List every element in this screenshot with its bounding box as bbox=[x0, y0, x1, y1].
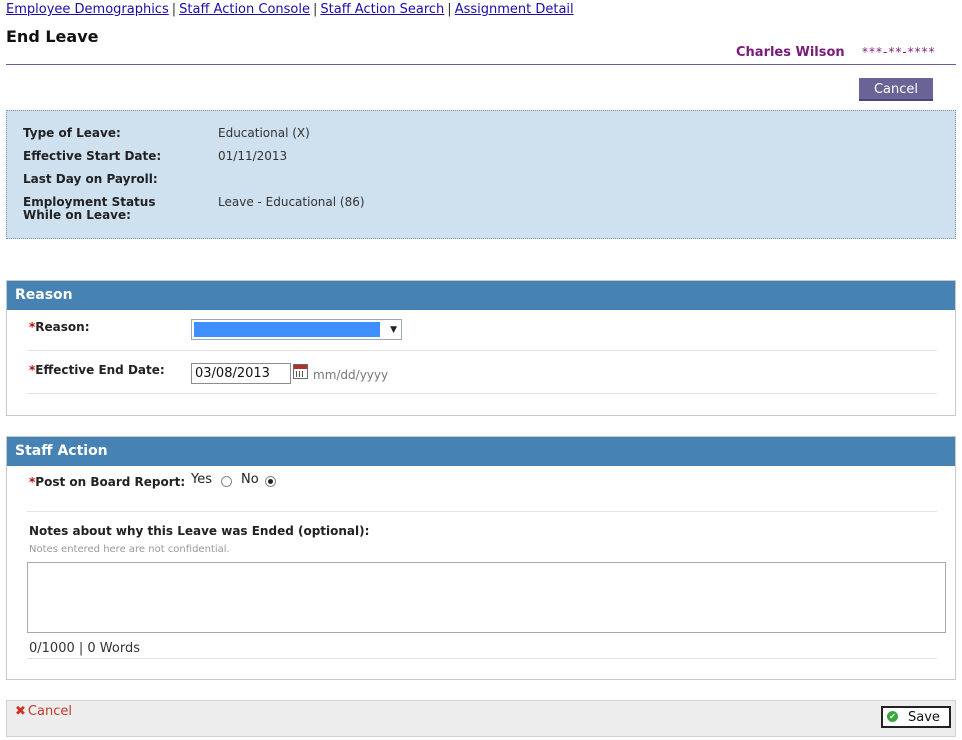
summary-label: Type of Leave: bbox=[23, 126, 121, 140]
summary-row-type-of-leave: Type of Leave: Educational (X) bbox=[23, 127, 310, 141]
breadcrumb-separator: | bbox=[312, 2, 318, 17]
breadcrumb-link-staff-action-console[interactable]: Staff Action Console bbox=[179, 2, 310, 17]
summary-label: Employment Status While on Leave: bbox=[23, 195, 156, 222]
effective-end-date-label-text: Effective End Date: bbox=[35, 363, 165, 377]
employee-ssn: ***-**-**** bbox=[862, 45, 936, 59]
summary-value: Leave - Educational (86) bbox=[218, 195, 365, 209]
post-on-board-report-label-text: Post on Board Report: bbox=[35, 475, 186, 489]
post-yes-label: Yes bbox=[191, 472, 212, 487]
reason-section-header: Reason bbox=[7, 281, 955, 310]
staff-action-section-header: Staff Action bbox=[7, 437, 955, 466]
employee-name: Charles Wilson bbox=[736, 45, 845, 60]
save-button[interactable]: ✔ Save bbox=[881, 706, 951, 728]
effective-end-date-label: *Effective End Date: bbox=[29, 363, 165, 377]
post-yes-radio[interactable] bbox=[221, 476, 232, 487]
breadcrumb-separator: | bbox=[171, 2, 177, 17]
breadcrumb-link-employee-demographics[interactable]: Employee Demographics bbox=[6, 2, 169, 17]
summary-label: Effective Start Date: bbox=[23, 149, 162, 163]
checkmark-icon: ✔ bbox=[887, 711, 898, 722]
breadcrumb-link-assignment-detail[interactable]: Assignment Detail bbox=[455, 2, 574, 17]
breadcrumb-separator: | bbox=[447, 2, 452, 17]
field-divider bbox=[27, 511, 937, 512]
summary-value: Educational (X) bbox=[218, 126, 310, 140]
cancel-button[interactable]: Cancel bbox=[859, 78, 933, 101]
field-divider bbox=[27, 350, 937, 351]
reason-section: Reason *Reason: ▼ *Effective End Date: m… bbox=[6, 280, 956, 416]
summary-row-last-day-on-payroll: Last Day on Payroll: bbox=[23, 173, 218, 187]
leave-summary-panel: Type of Leave: Educational (X) Effective … bbox=[6, 110, 956, 239]
reason-select[interactable]: ▼ bbox=[191, 319, 402, 340]
summary-row-employment-status: Employment Status While on Leave: Leave -… bbox=[23, 196, 365, 222]
field-divider bbox=[27, 658, 937, 659]
reason-label: *Reason: bbox=[29, 320, 90, 334]
reason-select-value bbox=[194, 322, 380, 337]
summary-label: Last Day on Payroll: bbox=[23, 172, 158, 186]
footer-cancel-label: Cancel bbox=[27, 704, 72, 719]
field-divider bbox=[27, 393, 937, 394]
header-divider bbox=[6, 64, 956, 65]
effective-end-date-input[interactable] bbox=[191, 363, 291, 384]
breadcrumb-link-staff-action-search[interactable]: Staff Action Search bbox=[320, 2, 444, 17]
post-on-board-report-label: *Post on Board Report: bbox=[29, 475, 185, 489]
notes-label: Notes about why this Leave was Ended (op… bbox=[29, 524, 370, 538]
save-button-label: Save bbox=[908, 710, 940, 725]
summary-value: 01/11/2013 bbox=[218, 149, 288, 163]
breadcrumb: Employee Demographics | Staff Action Conso… bbox=[6, 2, 574, 17]
post-no-radio[interactable] bbox=[265, 476, 276, 487]
form-footer: ✖ Cancel ✔ Save bbox=[6, 700, 956, 737]
calendar-icon[interactable] bbox=[293, 364, 308, 379]
notes-character-counter: 0/1000 | 0 Words bbox=[29, 641, 140, 656]
post-no-label: No bbox=[241, 472, 259, 487]
reason-label-text: Reason: bbox=[35, 320, 90, 334]
page-title: End Leave bbox=[6, 27, 99, 46]
notes-sublabel: Notes entered here are not confidential. bbox=[29, 544, 230, 555]
chevron-down-icon: ▼ bbox=[390, 325, 397, 335]
date-format-hint: mm/dd/yyyy bbox=[313, 368, 389, 382]
close-icon: ✖ bbox=[15, 704, 26, 719]
footer-cancel-link[interactable]: ✖ Cancel bbox=[15, 704, 72, 719]
staff-action-section: Staff Action *Post on Board Report: Yes … bbox=[6, 436, 956, 680]
notes-textarea[interactable] bbox=[27, 562, 946, 633]
summary-row-effective-start-date: Effective Start Date: 01/11/2013 bbox=[23, 150, 287, 164]
